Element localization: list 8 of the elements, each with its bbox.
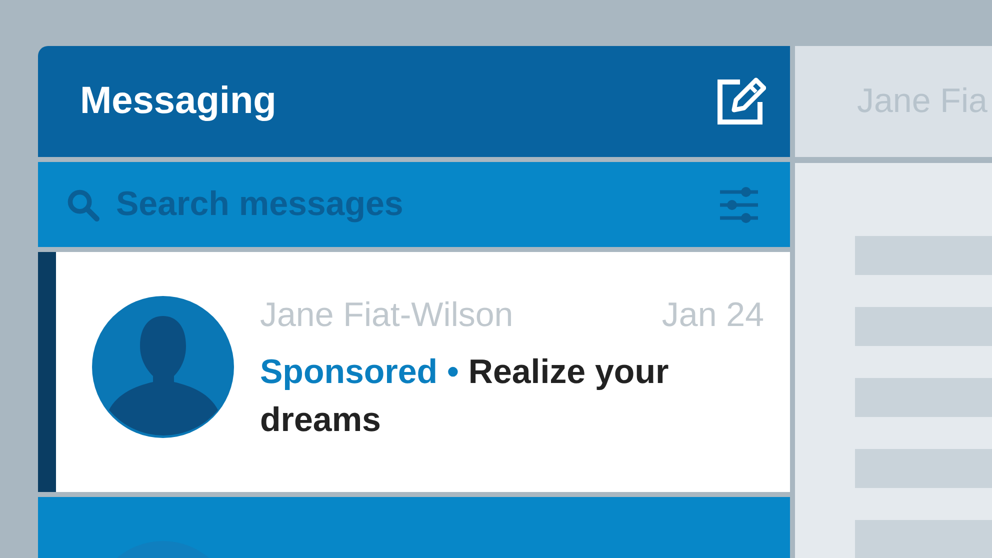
search-icon <box>66 188 100 222</box>
message-preview: Sponsored • Realize your dreams <box>260 352 670 441</box>
header-title: Messaging <box>80 80 276 123</box>
conversation-item[interactable]: Jane Fiat-Wilson Jan 24 Sponsored • Realize your dreams <box>38 252 790 492</box>
message-date: Jan 24 <box>662 296 764 335</box>
contact-name: Jane Fiat-Wilson <box>260 296 514 335</box>
filter-icon[interactable] <box>720 186 758 222</box>
avatar-silhouette-icon <box>92 296 234 438</box>
